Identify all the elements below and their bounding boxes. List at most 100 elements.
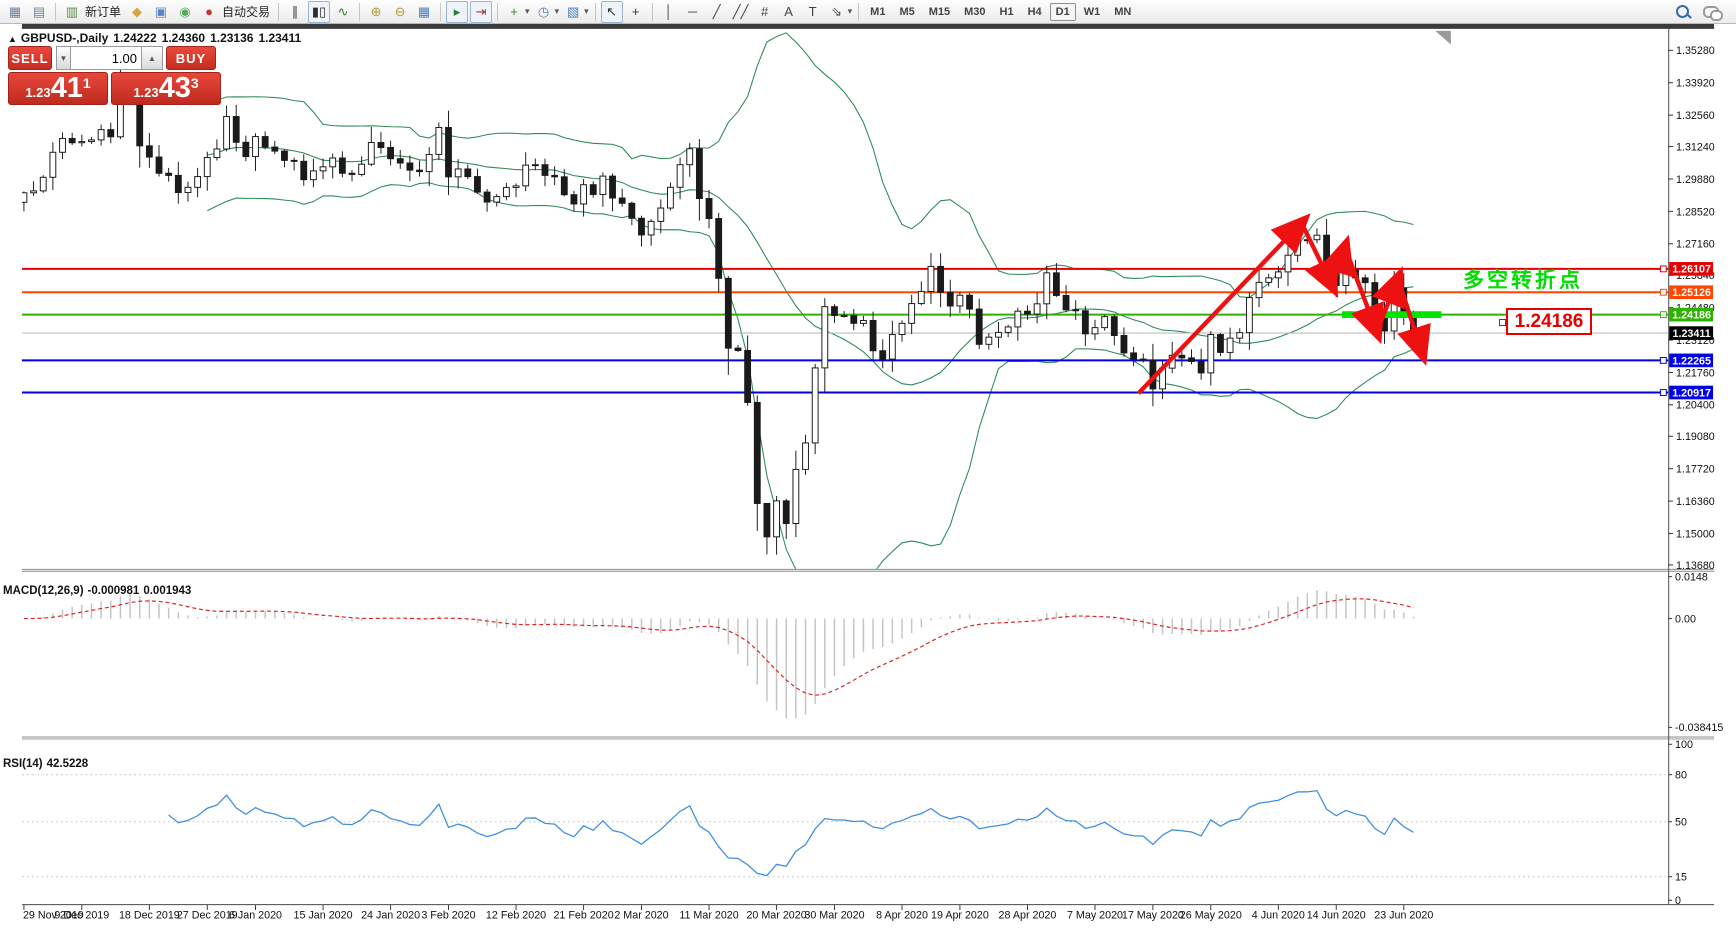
timeframe-h1[interactable]: H1 [994, 3, 1020, 21]
candle-body [338, 157, 346, 174]
arrows-dropdown-caret[interactable]: ▾ [848, 6, 853, 17]
profiles-icon[interactable]: ▤ [28, 1, 50, 23]
chart-shift-icon[interactable]: ⇥ [470, 0, 493, 23]
candle-body [1294, 239, 1302, 256]
buy-button[interactable]: BUY [166, 46, 216, 70]
date-tick-label: 4 Jun 2020 [1252, 910, 1305, 922]
fibonacci-icon[interactable]: # [754, 1, 776, 23]
candle-body [329, 157, 337, 168]
annotation-green-text[interactable]: 多空转折点 [1463, 264, 1583, 294]
price-line-handle[interactable] [1659, 311, 1667, 319]
arrows-icon[interactable]: ⇘ [826, 1, 848, 23]
candle-body [290, 159, 298, 162]
zoom-out-icon[interactable]: ⊖ [389, 1, 411, 23]
templates-dropdown-caret[interactable]: ▾ [584, 6, 589, 17]
periods-icon[interactable]: ◷ [533, 1, 555, 23]
support-zone-bar[interactable] [1342, 311, 1442, 319]
buy-price-display[interactable]: 1.23 43 3 [111, 72, 221, 105]
autotrading-label[interactable]: 自动交易 [222, 3, 270, 20]
price-line-handle[interactable] [1659, 389, 1667, 396]
price-line-handle[interactable] [1659, 288, 1667, 296]
candle-body [232, 116, 240, 143]
new-order-label[interactable]: 新订单 [85, 3, 121, 20]
tile-windows-icon[interactable]: ▦ [413, 1, 435, 23]
symbol-title[interactable]: ▲ GBPUSD-,Daily 1.24222 1.24360 1.23136 1.234… [8, 31, 306, 45]
candle-body [551, 174, 559, 178]
market-icon[interactable]: ▣ [150, 1, 172, 23]
candle-body [1274, 271, 1282, 279]
trendline-icon[interactable]: ╱ [706, 1, 728, 23]
chart-canvas[interactable]: 1.35280 1.33920 1.32560 1.31240 1.29880 1.285… [0, 24, 1736, 948]
candle-body [88, 139, 95, 143]
signals-icon[interactable]: ◉ [174, 1, 196, 23]
timeframe-mn[interactable]: MN [1108, 3, 1137, 21]
crosshair-icon[interactable]: + [625, 1, 647, 23]
candle-body [734, 347, 742, 352]
text-icon[interactable]: A [778, 1, 800, 23]
templates-icon[interactable]: ▧ [562, 1, 584, 23]
candle-body [763, 502, 771, 538]
timeframe-m15[interactable]: M15 [923, 3, 956, 21]
candle-body [1062, 294, 1070, 311]
timeframe-h4[interactable]: H4 [1022, 3, 1048, 21]
candle-body [107, 129, 115, 138]
periods-dropdown-caret[interactable]: ▾ [555, 6, 560, 17]
line-chart-icon[interactable]: ∿ [332, 1, 354, 23]
candle-body [252, 136, 259, 158]
annotation-red-price-label[interactable]: 1.24186 [1499, 308, 1592, 335]
indicators-icon[interactable]: + [503, 1, 525, 23]
timeframe-m30[interactable]: M30 [958, 3, 991, 21]
volume-decrease-button[interactable]: ▼ [56, 46, 71, 70]
volume-input[interactable] [71, 46, 141, 70]
date-tick-label: 3 Feb 2020 [421, 910, 475, 922]
collapse-panel-icon[interactable]: ▲ [8, 34, 17, 44]
candle-body [78, 141, 86, 144]
timeframe-m1[interactable]: M1 [864, 3, 891, 21]
equidistant-channel-icon[interactable]: ╱╱ [730, 1, 752, 23]
sell-price-sup: 1 [82, 75, 91, 91]
date-tick-label: 23 Jun 2020 [1374, 910, 1433, 922]
chart-shift-marker[interactable] [1435, 30, 1451, 45]
price-tick-label: 1.35280 [1676, 45, 1715, 57]
timeframe-d1[interactable]: D1 [1049, 2, 1076, 21]
chat-icon[interactable] [1702, 3, 1723, 21]
text-label-icon[interactable]: T [802, 1, 824, 23]
volume-increase-button[interactable]: ▲ [141, 46, 163, 70]
candle-body [908, 303, 916, 324]
candlestick-chart-icon[interactable]: ▮▯ [308, 0, 331, 23]
new-order-icon[interactable]: ▥ [61, 1, 83, 23]
metaeditor-icon[interactable]: ◆ [126, 1, 148, 23]
zoom-in-icon[interactable]: ⊕ [365, 1, 387, 23]
autotrading-icon[interactable]: ● [198, 1, 220, 23]
date-tick-label: 14 Jun 2020 [1307, 910, 1366, 922]
candle-body [416, 169, 423, 173]
candle-body [869, 320, 877, 352]
candle-body [358, 163, 366, 175]
trend-arrow-segment[interactable] [1136, 213, 1311, 395]
bar-chart-icon[interactable]: ∥ [284, 1, 306, 23]
date-tick-label: 12 Feb 2020 [486, 910, 546, 922]
price-line-handle[interactable] [1659, 356, 1667, 364]
auto-scroll-icon[interactable]: ▸ [446, 0, 469, 23]
sell-price-display[interactable]: 1.23 41 1 [8, 72, 108, 105]
cursor-icon[interactable]: ↖ [600, 0, 623, 23]
sell-button[interactable]: SELL [8, 46, 52, 70]
rsi-tick-label: 15 [1675, 872, 1687, 884]
candle-body [309, 170, 317, 181]
new-chart-icon[interactable]: ▦ [4, 1, 26, 23]
toolbar-separator [858, 2, 860, 21]
rsi-indicator-label: RSI(14) 42.5228 [3, 758, 92, 770]
timeframe-w1[interactable]: W1 [1078, 3, 1107, 21]
search-icon[interactable] [1674, 3, 1692, 21]
vertical-line-icon[interactable]: │ [658, 1, 680, 23]
indicators-dropdown-caret[interactable]: ▾ [525, 6, 530, 17]
candle-body [242, 141, 250, 158]
price-line-handle[interactable] [1659, 265, 1667, 273]
candle-body [1130, 352, 1138, 360]
date-tick-label: 18 Dec 2019 [119, 910, 180, 922]
timeframe-m5[interactable]: M5 [893, 3, 920, 21]
rsi-tick-label: 80 [1675, 770, 1687, 782]
horizontal-line-icon[interactable]: ─ [682, 1, 704, 23]
candle-body [1072, 309, 1080, 312]
toolbar-separator [497, 2, 499, 21]
